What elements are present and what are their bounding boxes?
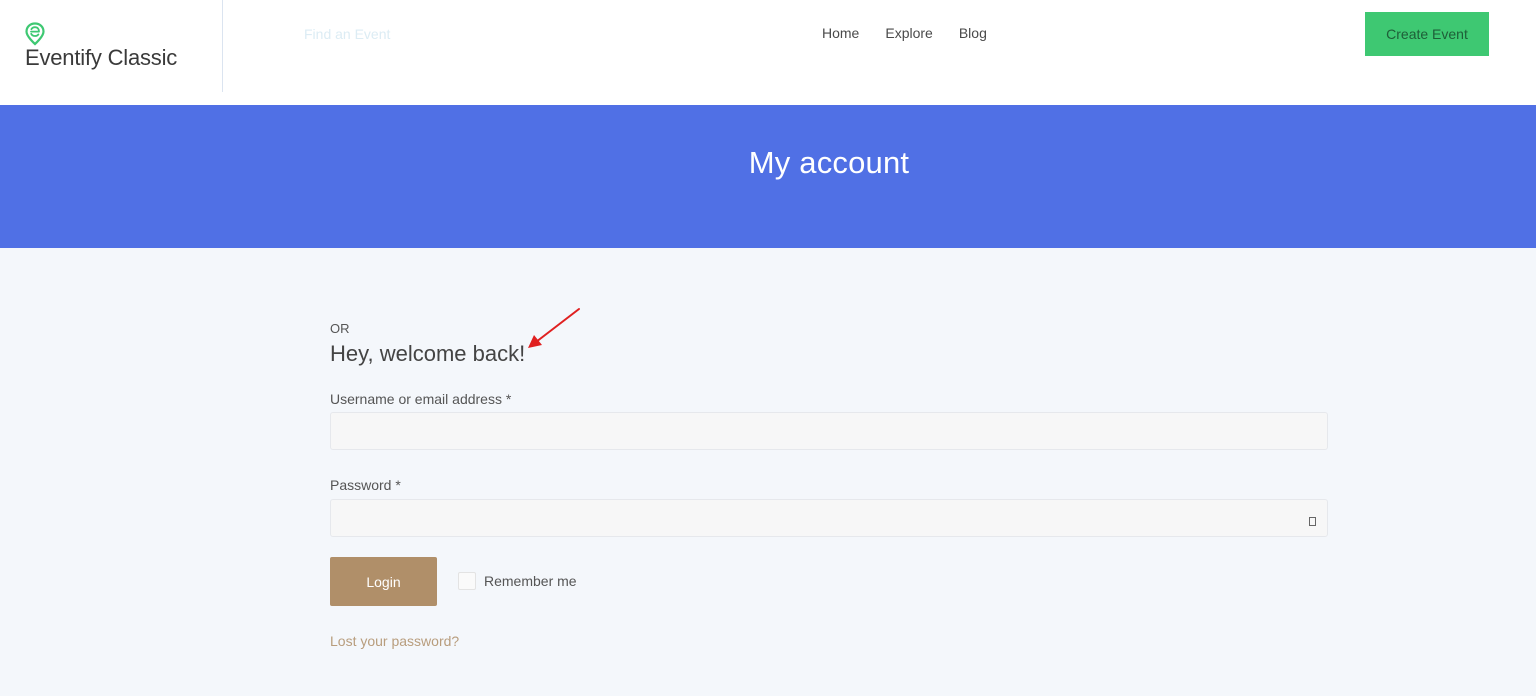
remember-me-checkbox[interactable]: [458, 572, 476, 590]
eye-icon[interactable]: [1309, 517, 1316, 526]
login-button[interactable]: Login: [330, 557, 437, 606]
page-title: My account: [748, 145, 910, 180]
create-event-button[interactable]: Create Event: [1365, 12, 1489, 56]
welcome-heading: Hey, welcome back!: [330, 341, 526, 366]
brand-name: Eventify Classic: [25, 45, 178, 70]
username-input[interactable]: [330, 412, 1328, 450]
password-label: Password *: [330, 477, 401, 493]
nav-home[interactable]: Home: [822, 25, 859, 41]
nav-explore[interactable]: Explore: [885, 25, 932, 41]
remember-me[interactable]: Remember me: [458, 572, 577, 590]
main-nav: Home Explore Blog: [822, 25, 987, 41]
username-label: Username or email address *: [330, 391, 512, 407]
location-pin-e-icon: [25, 22, 45, 46]
or-label: OR: [330, 321, 350, 336]
password-input[interactable]: [330, 499, 1328, 537]
page-banner: My account: [0, 105, 1536, 248]
site-header: Eventify Classic Find an Event Home Expl…: [0, 0, 1536, 105]
nav-blog[interactable]: Blog: [959, 25, 987, 41]
lost-password-link[interactable]: Lost your password?: [330, 633, 459, 649]
header-divider: [222, 0, 223, 92]
red-arrow-icon: [528, 308, 580, 348]
find-event-link[interactable]: Find an Event: [304, 26, 390, 42]
remember-me-label[interactable]: Remember me: [484, 573, 577, 589]
